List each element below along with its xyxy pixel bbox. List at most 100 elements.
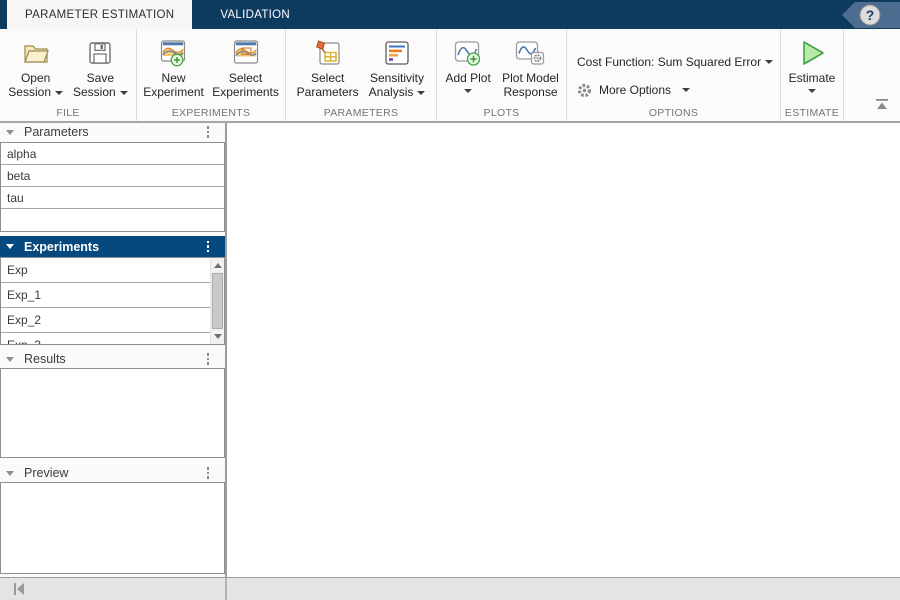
plot-model-response-icon: [515, 35, 545, 71]
section-label-file: FILE: [0, 107, 136, 119]
dropdown-caret-icon: [120, 91, 128, 95]
scroll-up-arrow-icon[interactable]: [214, 263, 222, 268]
button-label: Session: [73, 85, 116, 99]
list-item[interactable]: Exp_2: [1, 308, 210, 333]
add-plot-icon: [454, 35, 482, 71]
button-label: Save: [87, 71, 114, 85]
button-label: Sensitivity: [370, 71, 424, 85]
list-item-empty[interactable]: [1, 209, 224, 231]
cost-function-dropdown[interactable]: Cost Function: Sum Squared Error: [577, 55, 773, 69]
open-folder-icon: [22, 35, 50, 71]
preview-box: [0, 482, 225, 574]
section-options: Cost Function: Sum Squared Error More Op…: [567, 29, 781, 121]
list-item[interactable]: Exp: [1, 258, 210, 283]
plot-model-response-button[interactable]: Plot Model Response: [499, 35, 562, 99]
experiments-panel-header[interactable]: Experiments: [0, 236, 225, 257]
save-session-button[interactable]: Save Session: [70, 35, 131, 99]
section-label-options: OPTIONS: [567, 107, 780, 119]
sensitivity-analysis-button[interactable]: Sensitivity Analysis: [366, 35, 429, 99]
parameter-estimation-app: PARAMETER ESTIMATION VALIDATION ? Open: [0, 0, 900, 600]
select-experiments-button[interactable]: Select Experiments: [210, 35, 281, 99]
toolstrip: Open Session Save Session FILE: [0, 29, 900, 123]
list-item[interactable]: alpha: [1, 143, 224, 165]
button-label: Estimate: [789, 71, 836, 85]
open-session-button[interactable]: Open Session: [5, 35, 66, 99]
list-item[interactable]: tau: [1, 187, 224, 209]
scroll-down-arrow-icon[interactable]: [214, 334, 222, 339]
new-experiment-button[interactable]: New Experiment: [141, 35, 206, 99]
collapse-triangle-icon: [6, 357, 14, 362]
panel-title: Experiments: [24, 240, 99, 254]
dropdown-caret-icon: [417, 91, 425, 95]
experiments-list: Exp Exp_1 Exp_2 Exp_3: [0, 257, 225, 345]
kebab-menu-icon[interactable]: [207, 467, 210, 479]
help-button[interactable]: ?: [842, 2, 900, 28]
cost-function-label: Cost Function: Sum Squared Error: [577, 55, 761, 69]
dropdown-caret-icon: [808, 89, 816, 93]
estimate-button[interactable]: Estimate: [785, 35, 839, 93]
data-browser-panel: Parameters alpha beta tau Experiments Ex…: [0, 123, 225, 577]
collapse-left-icon: [12, 582, 26, 596]
select-experiments-icon: [232, 35, 260, 71]
button-label: Plot Model: [502, 71, 559, 85]
button-label: Select: [311, 71, 344, 85]
panel-title: Parameters: [24, 125, 89, 139]
collapse-panel-button[interactable]: [12, 582, 26, 596]
dropdown-caret-icon: [765, 60, 773, 64]
svg-text:?: ?: [866, 7, 875, 23]
play-triangle-icon: [797, 35, 827, 71]
dropdown-caret-icon: [682, 88, 690, 92]
results-list[interactable]: [0, 368, 225, 458]
preview-panel-header[interactable]: Preview: [0, 464, 225, 482]
collapse-triangle-icon: [6, 244, 14, 249]
document-area: [227, 123, 900, 577]
tab-validation[interactable]: VALIDATION: [202, 0, 308, 29]
section-file: Open Session Save Session FILE: [0, 29, 137, 121]
dropdown-caret-icon: [464, 89, 472, 93]
list-item[interactable]: Exp_3: [1, 333, 210, 345]
section-label-estimate: ESTIMATE: [781, 107, 843, 119]
new-experiment-icon: [160, 35, 188, 71]
kebab-menu-icon[interactable]: [207, 126, 210, 138]
section-estimate: Estimate ESTIMATE: [781, 29, 844, 121]
workspace: Parameters alpha beta tau Experiments Ex…: [0, 123, 900, 577]
section-label-plots: PLOTS: [437, 107, 566, 119]
statusbar: [0, 577, 900, 600]
collapse-triangle-icon: [6, 130, 14, 135]
panel-title: Preview: [24, 466, 68, 480]
collapse-up-icon: [874, 99, 890, 110]
panel-title: Results: [24, 352, 66, 366]
kebab-menu-icon[interactable]: [207, 353, 210, 365]
more-options-button[interactable]: More Options: [577, 83, 690, 98]
select-parameters-icon: [314, 35, 342, 71]
parameters-panel-header[interactable]: Parameters: [0, 123, 225, 141]
button-label: Experiment: [143, 85, 204, 99]
add-plot-button[interactable]: Add Plot: [441, 35, 495, 93]
button-label: Add Plot: [445, 71, 490, 85]
section-label-parameters: PARAMETERS: [286, 107, 436, 119]
results-panel-header[interactable]: Results: [0, 350, 225, 368]
button-label: New: [162, 71, 186, 85]
button-label: Response: [503, 85, 557, 99]
vertical-scrollbar[interactable]: [210, 258, 224, 344]
statusbar-divider: [225, 578, 227, 600]
kebab-menu-icon[interactable]: [207, 241, 210, 253]
select-parameters-button[interactable]: Select Parameters: [294, 35, 362, 99]
toolstrip-tabbar: PARAMETER ESTIMATION VALIDATION ?: [0, 0, 900, 29]
sensitivity-analysis-icon: [384, 35, 410, 71]
parameters-list: alpha beta tau: [0, 142, 225, 232]
button-label: Parameters: [297, 85, 359, 99]
more-options-label: More Options: [599, 83, 671, 97]
scrollbar-thumb[interactable]: [212, 273, 223, 329]
section-plots: Add Plot Plot Model Response PLOTS: [437, 29, 567, 121]
toolbar-spacer: [844, 29, 900, 121]
question-mark-icon: ?: [842, 2, 900, 28]
save-floppy-icon: [88, 35, 112, 71]
list-item[interactable]: Exp_1: [1, 283, 210, 308]
list-item[interactable]: beta: [1, 165, 224, 187]
button-label: Analysis: [369, 85, 414, 99]
button-label: Session: [8, 85, 51, 99]
tab-parameter-estimation[interactable]: PARAMETER ESTIMATION: [7, 0, 192, 29]
section-parameters: Select Parameters Sensitivity Analysis P…: [286, 29, 437, 121]
minimize-toolstrip-button[interactable]: [874, 97, 890, 115]
